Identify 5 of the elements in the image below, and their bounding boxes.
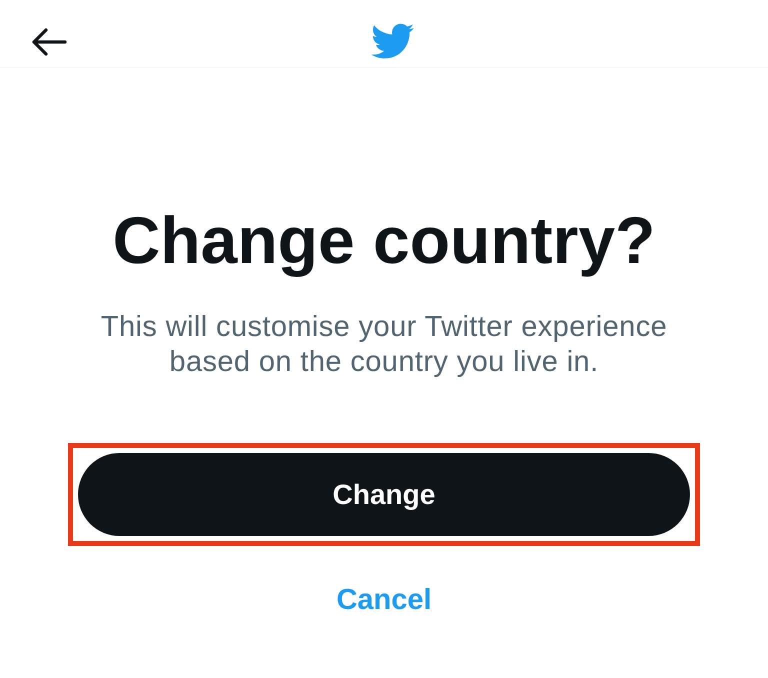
back-arrow-icon[interactable] [31, 28, 67, 56]
bird-icon [370, 23, 414, 60]
dialog-title: Change country? [112, 204, 656, 276]
dialog-description: This will customise your Twitter experience based on the country you live in. [100, 310, 668, 380]
change-button[interactable]: Change [78, 453, 690, 536]
